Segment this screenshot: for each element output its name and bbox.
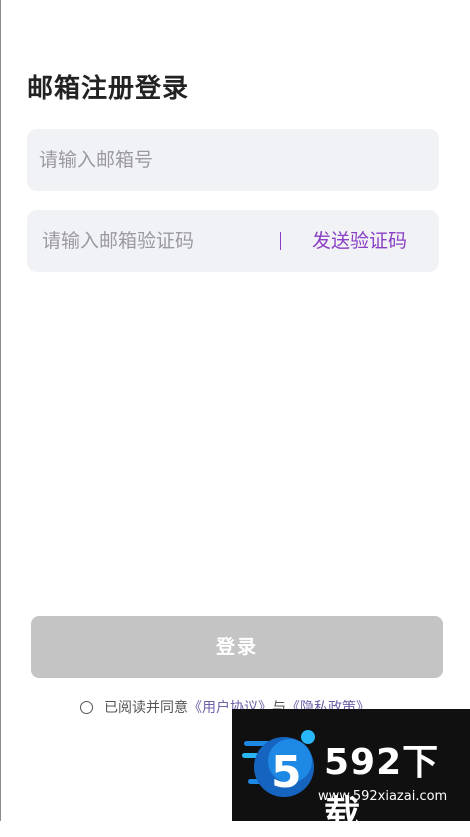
watermark-logo-icon: 5 (242, 730, 315, 798)
verification-code-field[interactable]: 请输入邮箱验证码 发送验证码 (27, 210, 439, 272)
login-button[interactable]: 登录 (31, 616, 443, 678)
left-edge-border (0, 0, 1, 821)
page-title: 邮箱注册登录 (27, 74, 190, 104)
watermark-url: www.592xiazai.com (318, 789, 448, 804)
svg-text:5: 5 (271, 747, 302, 798)
send-code-button[interactable]: 发送验证码 (312, 227, 407, 255)
field-divider (280, 232, 281, 250)
watermark-overlay: 5 592下载 www.592xiazai.com (232, 709, 470, 835)
email-placeholder: 请输入邮箱号 (39, 149, 154, 171)
agree-radio[interactable] (80, 700, 93, 714)
code-placeholder: 请输入邮箱验证码 (42, 230, 195, 252)
watermark-brand: 592下载 (324, 742, 440, 835)
email-field[interactable]: 请输入邮箱号 (27, 129, 439, 191)
agreement-prefix: 已阅读并同意 (104, 700, 188, 716)
